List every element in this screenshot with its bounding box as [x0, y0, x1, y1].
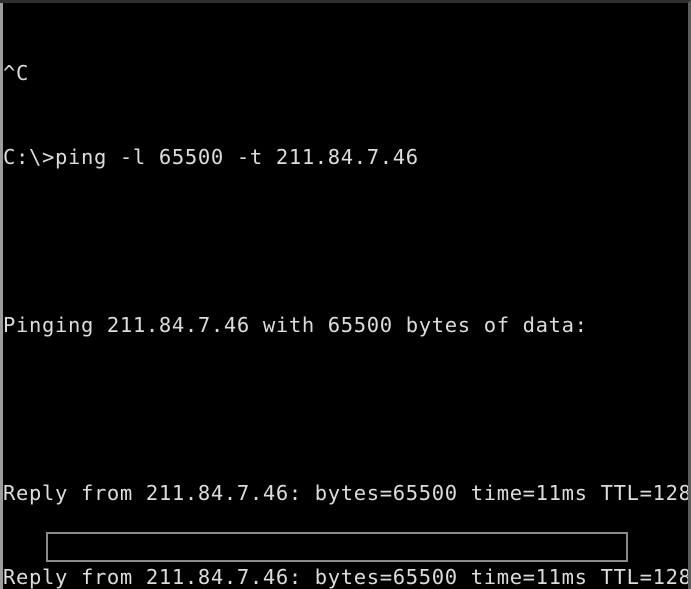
console-line-command-prompt[interactable]: C:\>ping -l 65500 -t 211.84.7.46	[0, 143, 688, 171]
console-line-interrupt-marker: ^C	[3, 61, 29, 85]
console-line-reply: Reply from 211.84.7.46: bytes=65500 time…	[3, 481, 691, 505]
console-clipped-bottom-row: ^C	[0, 585, 688, 589]
console-output-text[interactable]: ^C C:\>ping -l 65500 -t 211.84.7.46 Ping…	[0, 3, 691, 589]
console-line-ping-header: Pinging 211.84.7.46 with 65500 bytes of …	[3, 313, 588, 337]
command-prompt-window[interactable]: ^C C:\>ping -l 65500 -t 211.84.7.46 Ping…	[0, 0, 691, 589]
console-line-clipped-interrupt-marker: ^C	[0, 585, 688, 589]
